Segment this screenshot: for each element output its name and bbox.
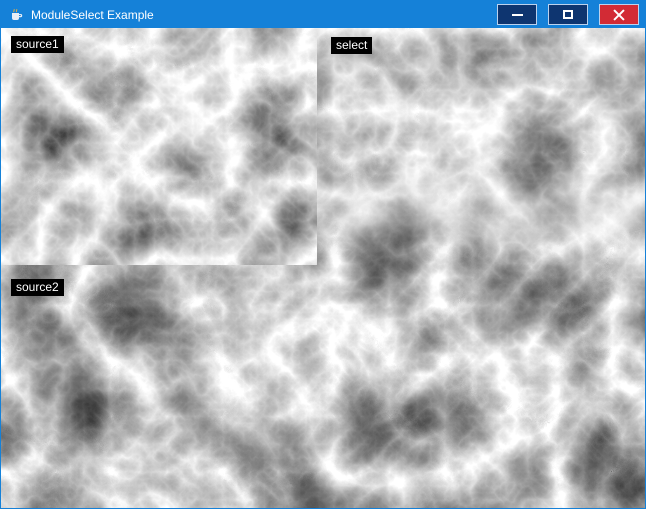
noise-canvas bbox=[1, 28, 645, 508]
window-title: ModuleSelect Example bbox=[31, 8, 154, 22]
maximize-button[interactable] bbox=[548, 4, 588, 25]
minimize-icon bbox=[512, 14, 523, 16]
titlebar[interactable]: ModuleSelect Example bbox=[1, 1, 645, 28]
render-canvas: source1 select source2 bbox=[1, 28, 645, 508]
label-source1: source1 bbox=[11, 36, 64, 53]
java-coffee-cup-icon bbox=[8, 7, 24, 23]
app-window: ModuleSelect Example bbox=[0, 0, 646, 509]
close-button[interactable] bbox=[599, 4, 639, 25]
close-icon bbox=[613, 9, 625, 21]
window-controls bbox=[497, 4, 645, 25]
label-source2: source2 bbox=[11, 279, 64, 296]
minimize-button[interactable] bbox=[497, 4, 537, 25]
source1-texture bbox=[1, 28, 317, 265]
label-select: select bbox=[331, 37, 372, 54]
maximize-icon bbox=[563, 10, 573, 19]
